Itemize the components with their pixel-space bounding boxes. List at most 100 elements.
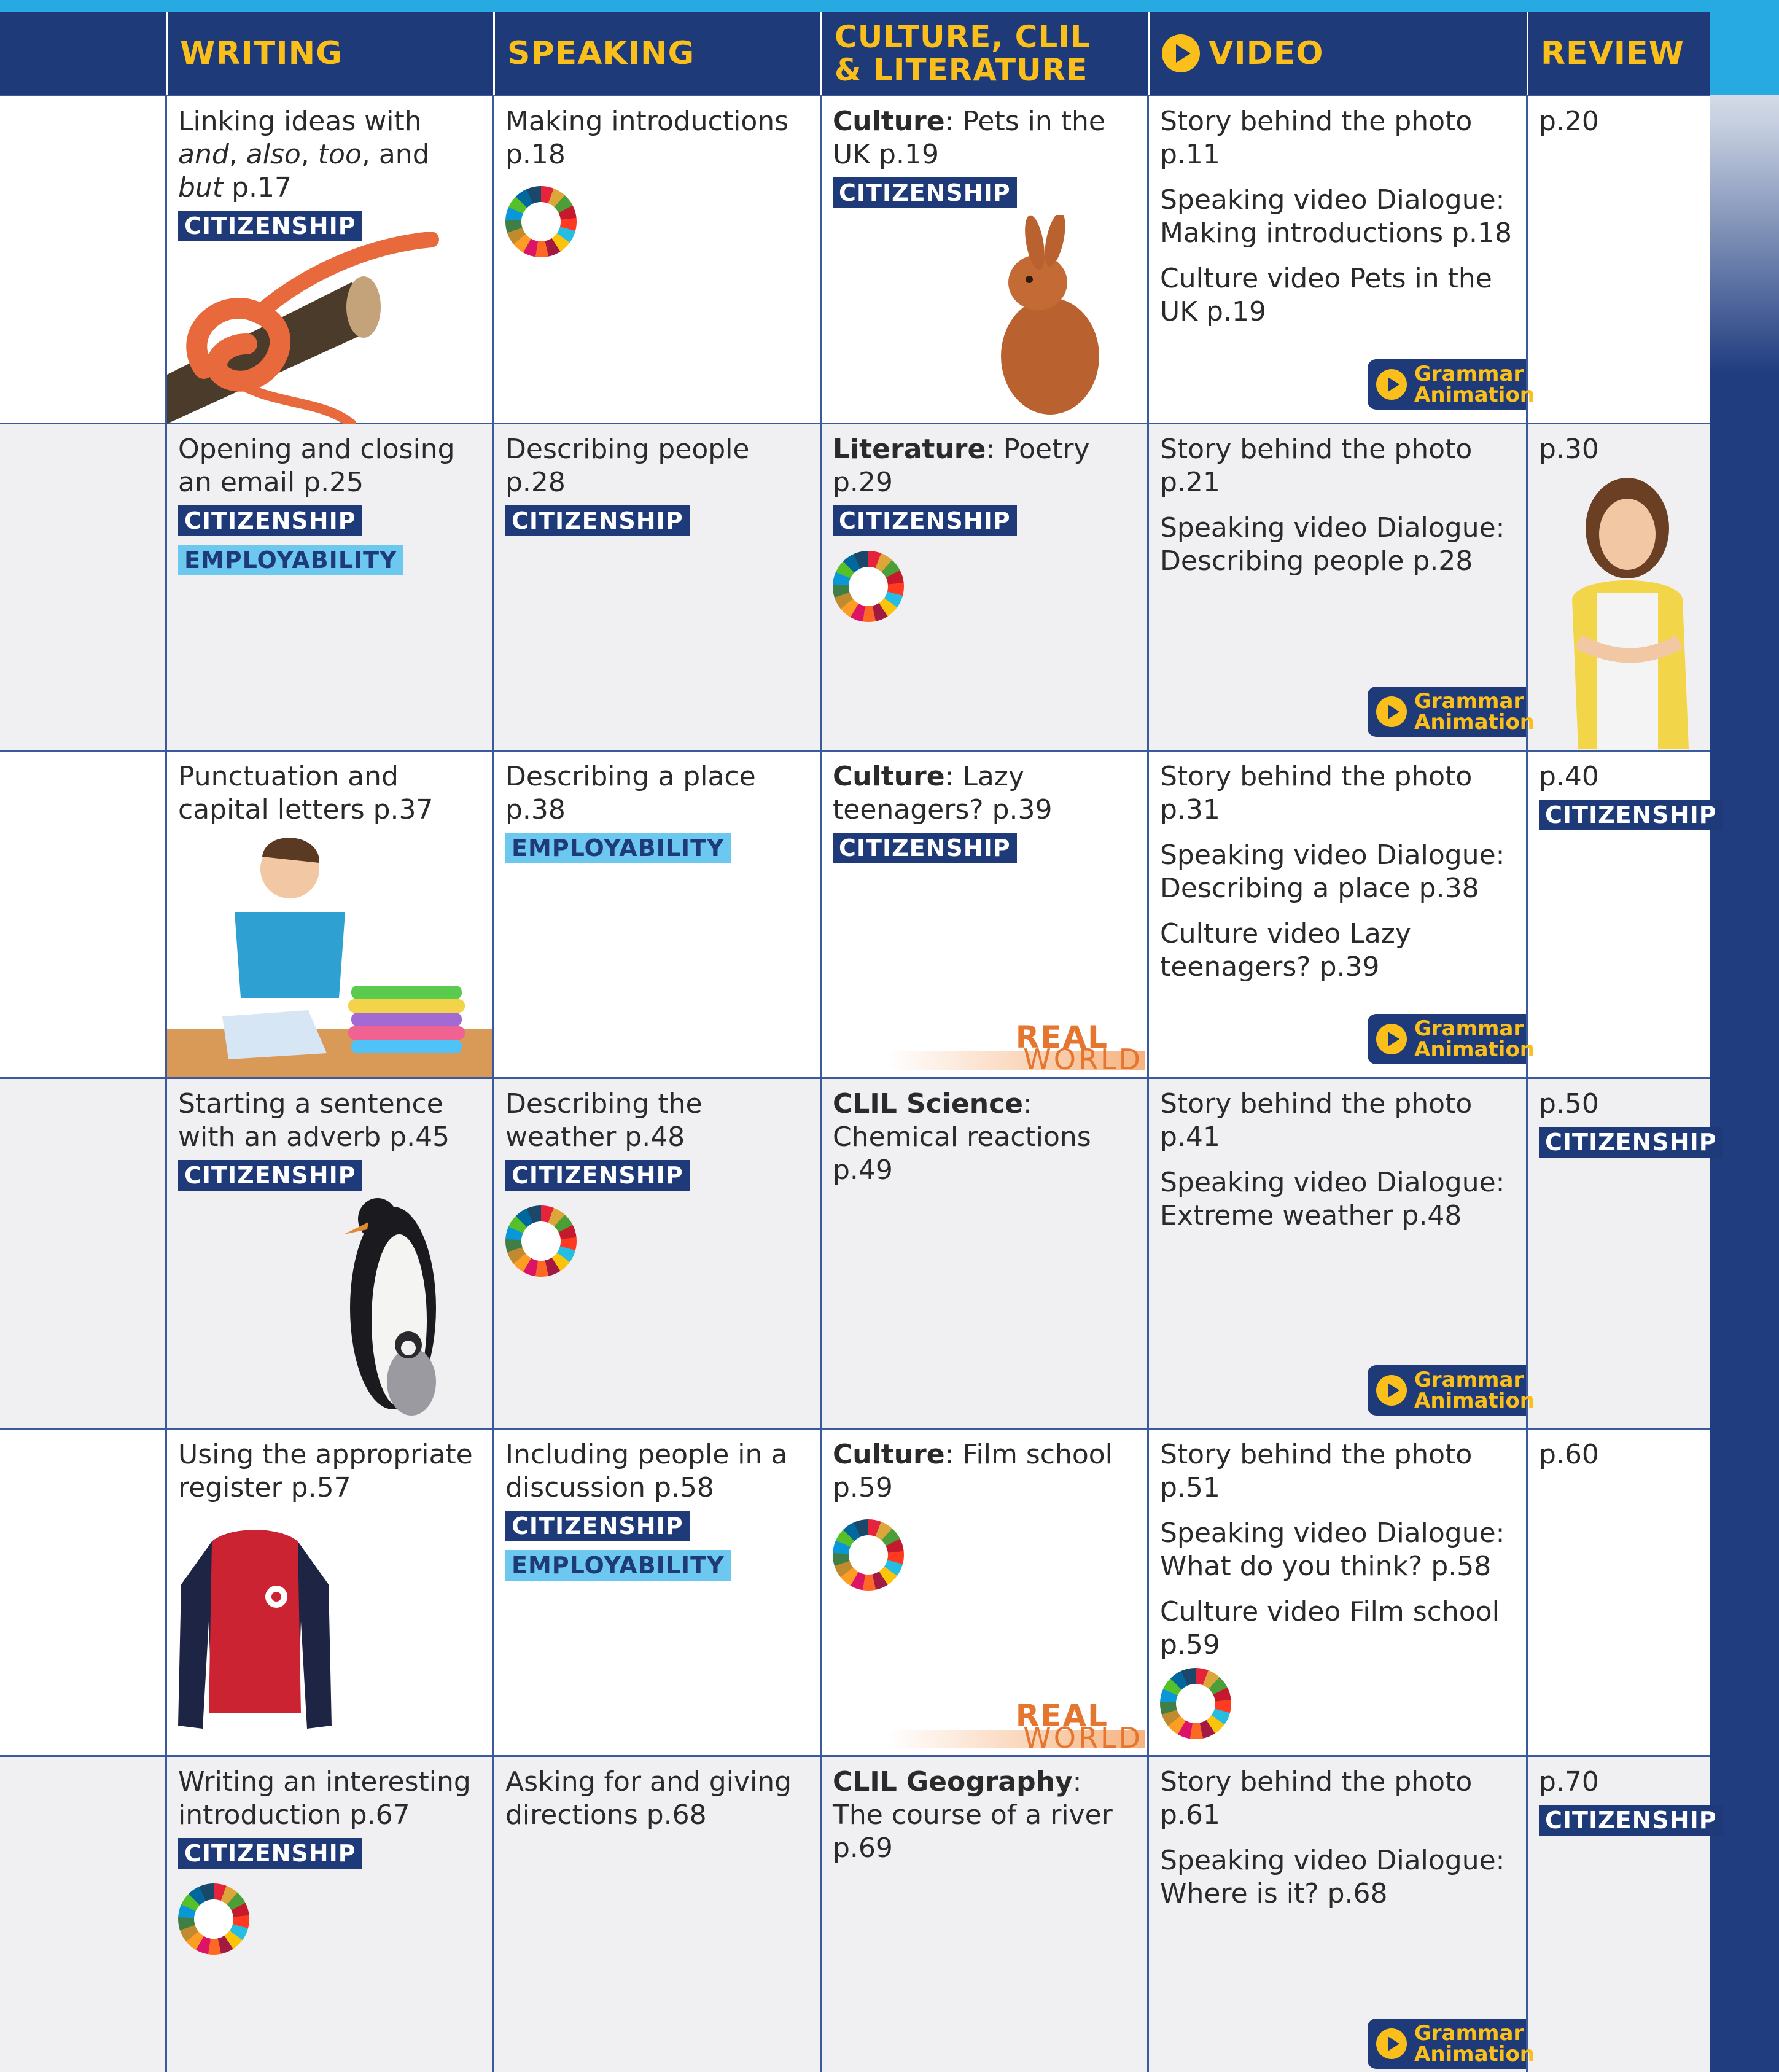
video-item[interactable]: Story behind the photo p.31 <box>1160 760 1512 827</box>
citizenship-badge: CITIZENSHIP <box>1539 800 1723 830</box>
video-cell: Story behind the photo p.11 Speaking vid… <box>1149 96 1524 349</box>
video-item[interactable]: Speaking video Dialogue: Describing a pl… <box>1160 839 1512 905</box>
header-culture-line2: & LITERATURE <box>835 52 1088 88</box>
header-speaking: SPEAKING <box>493 12 820 95</box>
culture-cell: Culture: Film school p.59 <box>822 1430 1147 1599</box>
citizenship-badge: CITIZENSHIP <box>178 505 362 536</box>
video-item[interactable]: Story behind the photo p.61 <box>1160 1766 1512 1832</box>
speaking-text: Describing a place p.38 <box>505 761 756 825</box>
real-world-logo: REAL WORLD <box>887 1698 1145 1755</box>
sdg-wheel-icon <box>505 1205 577 1277</box>
review-cell: p.60 <box>1528 1430 1710 1480</box>
culture-text: Culture: Pets in the UK p.19 <box>833 106 1105 170</box>
culture-text: Culture: Lazy teenagers? p.39 <box>833 761 1053 825</box>
culture-text: Culture: Film school p.59 <box>833 1439 1113 1503</box>
top-accent-bar <box>0 0 1779 12</box>
video-cell: Story behind the photo p.61 Speaking vid… <box>1149 1757 1524 1931</box>
writing-text: Punctuation and capital letters p.37 <box>178 761 434 825</box>
writing-text: Writing an interesting introduction p.67 <box>178 1766 471 1831</box>
speaking-text: Describing people p.28 <box>505 434 750 498</box>
review-page[interactable]: p.70 <box>1539 1766 1699 1799</box>
penguins-image <box>344 1198 436 1416</box>
employability-badge: EMPLOYABILITY <box>505 833 731 863</box>
grammar-animation-button[interactable]: Grammar Animation <box>1368 2019 1535 2069</box>
review-cell: p.30 <box>1528 424 1710 475</box>
citizenship-badge: CITIZENSHIP <box>505 1160 690 1191</box>
review-cell: p.20 <box>1528 96 1710 147</box>
culture-text: CLIL Science: Chemical reactions p.49 <box>833 1088 1091 1186</box>
citizenship-badge: CITIZENSHIP <box>833 505 1017 536</box>
right-edge-gradient <box>1710 0 1779 2072</box>
review-page[interactable]: p.40 <box>1539 760 1699 793</box>
culture-text: Literature: Poetry p.29 <box>833 434 1090 498</box>
sdg-wheel-icon <box>505 186 577 257</box>
review-page[interactable]: p.20 <box>1539 105 1699 138</box>
culture-cell: Literature: Poetry p.29 CITIZENSHIP <box>822 424 1147 631</box>
citizenship-badge: CITIZENSHIP <box>178 1160 362 1191</box>
video-item[interactable]: Culture video Lazy teenagers? p.39 <box>1160 917 1512 984</box>
citizenship-badge: CITIZENSHIP <box>833 177 1017 208</box>
writing-text: Starting a sentence with an adverb p.45 <box>178 1088 450 1153</box>
hoodie-image <box>178 1530 332 1729</box>
video-item[interactable]: Speaking video Dialogue: Where is it? p.… <box>1160 1844 1512 1910</box>
culture-cell: CLIL Geography: The course of a river p.… <box>822 1757 1147 1874</box>
video-item[interactable]: Story behind the photo p.11 <box>1160 105 1512 171</box>
speaking-cell: Including people in a discussion p.58 CI… <box>494 1430 820 1589</box>
citizenship-badge: CITIZENSHIP <box>505 505 690 536</box>
header-unit-column <box>0 12 166 95</box>
video-item[interactable]: Story behind the photo p.41 <box>1160 1088 1512 1154</box>
speaking-cell: Describing a place p.38 EMPLOYABILITY <box>494 752 820 872</box>
culture-cell: Culture: Pets in the UK p.19 CITIZENSHIP <box>822 96 1147 217</box>
video-item[interactable]: Speaking video Dialogue: Describing peop… <box>1160 512 1512 578</box>
review-cell: p.40 CITIZENSHIP <box>1528 752 1723 839</box>
play-icon <box>1376 1375 1407 1406</box>
snake-on-branch-image <box>167 232 439 424</box>
header-writing: WRITING <box>166 12 493 95</box>
employability-badge: EMPLOYABILITY <box>178 545 403 575</box>
speaking-text: Asking for and giving directions p.68 <box>505 1766 792 1831</box>
grammar-animation-button[interactable]: Grammar Animation <box>1368 687 1535 737</box>
video-item[interactable]: Speaking video Dialogue: Extreme weather… <box>1160 1166 1512 1233</box>
speaking-cell: Describing people p.28 CITIZENSHIP <box>494 424 820 545</box>
video-item[interactable]: Culture video Pets in the UK p.19 <box>1160 262 1512 329</box>
review-page[interactable]: p.30 <box>1539 433 1699 466</box>
citizenship-badge: CITIZENSHIP <box>178 1838 362 1869</box>
play-icon <box>1162 34 1200 72</box>
rabbit-image <box>1001 215 1099 415</box>
sdg-wheel-icon <box>833 551 904 622</box>
sdg-wheel-icon <box>178 1883 249 1955</box>
writing-cell: Writing an interesting introduction p.67… <box>167 1757 492 1963</box>
writing-cell: Punctuation and capital letters p.37 <box>167 752 492 835</box>
grammar-animation-button[interactable]: Grammar Animation <box>1368 1014 1535 1064</box>
review-cell: p.70 CITIZENSHIP <box>1528 1757 1723 1844</box>
culture-cell: Culture: Lazy teenagers? p.39 CITIZENSHI… <box>822 752 1147 872</box>
video-item[interactable]: Speaking video Dialogue: What do you thi… <box>1160 1517 1512 1583</box>
play-icon <box>1376 1024 1407 1054</box>
grammar-animation-button[interactable]: Grammar Animation <box>1368 1365 1535 1416</box>
review-cell: p.50 CITIZENSHIP <box>1528 1079 1723 1166</box>
review-page[interactable]: p.50 <box>1539 1088 1699 1121</box>
header-review: REVIEW <box>1527 12 1710 95</box>
grammar-animation-button[interactable]: Grammar Animation <box>1368 359 1535 410</box>
play-icon <box>1376 369 1407 400</box>
citizenship-badge: CITIZENSHIP <box>833 833 1017 863</box>
video-cell: Story behind the photo p.21 Speaking vid… <box>1149 424 1524 599</box>
video-item[interactable]: Story behind the photo p.21 <box>1160 433 1512 499</box>
writing-text: Linking ideas with and, also, too, and b… <box>178 106 430 203</box>
video-cell: Story behind the photo p.51 Speaking vid… <box>1149 1430 1524 1748</box>
writing-text: Using the appropriate register p.57 <box>178 1439 473 1503</box>
play-icon <box>1376 696 1407 727</box>
speaking-cell: Making introductions p.18 <box>494 96 820 266</box>
employability-badge: EMPLOYABILITY <box>505 1550 731 1581</box>
culture-text: CLIL Geography: The course of a river p.… <box>833 1766 1113 1864</box>
citizenship-badge: CITIZENSHIP <box>1539 1805 1723 1836</box>
review-page[interactable]: p.60 <box>1539 1438 1699 1471</box>
video-item[interactable]: Speaking video Dialogue: Making introduc… <box>1160 184 1512 250</box>
writing-text: Opening and closing an email p.25 <box>178 434 455 498</box>
writing-cell: Opening and closing an email p.25 CITIZE… <box>167 424 492 584</box>
sdg-wheel-icon <box>833 1519 904 1591</box>
video-cell: Story behind the photo p.31 Speaking vid… <box>1149 752 1524 1005</box>
speaking-text: Making introductions p.18 <box>505 106 789 170</box>
video-item[interactable]: Story behind the photo p.51 <box>1160 1438 1512 1505</box>
video-item[interactable]: Culture video Film school p.59 <box>1160 1595 1512 1662</box>
